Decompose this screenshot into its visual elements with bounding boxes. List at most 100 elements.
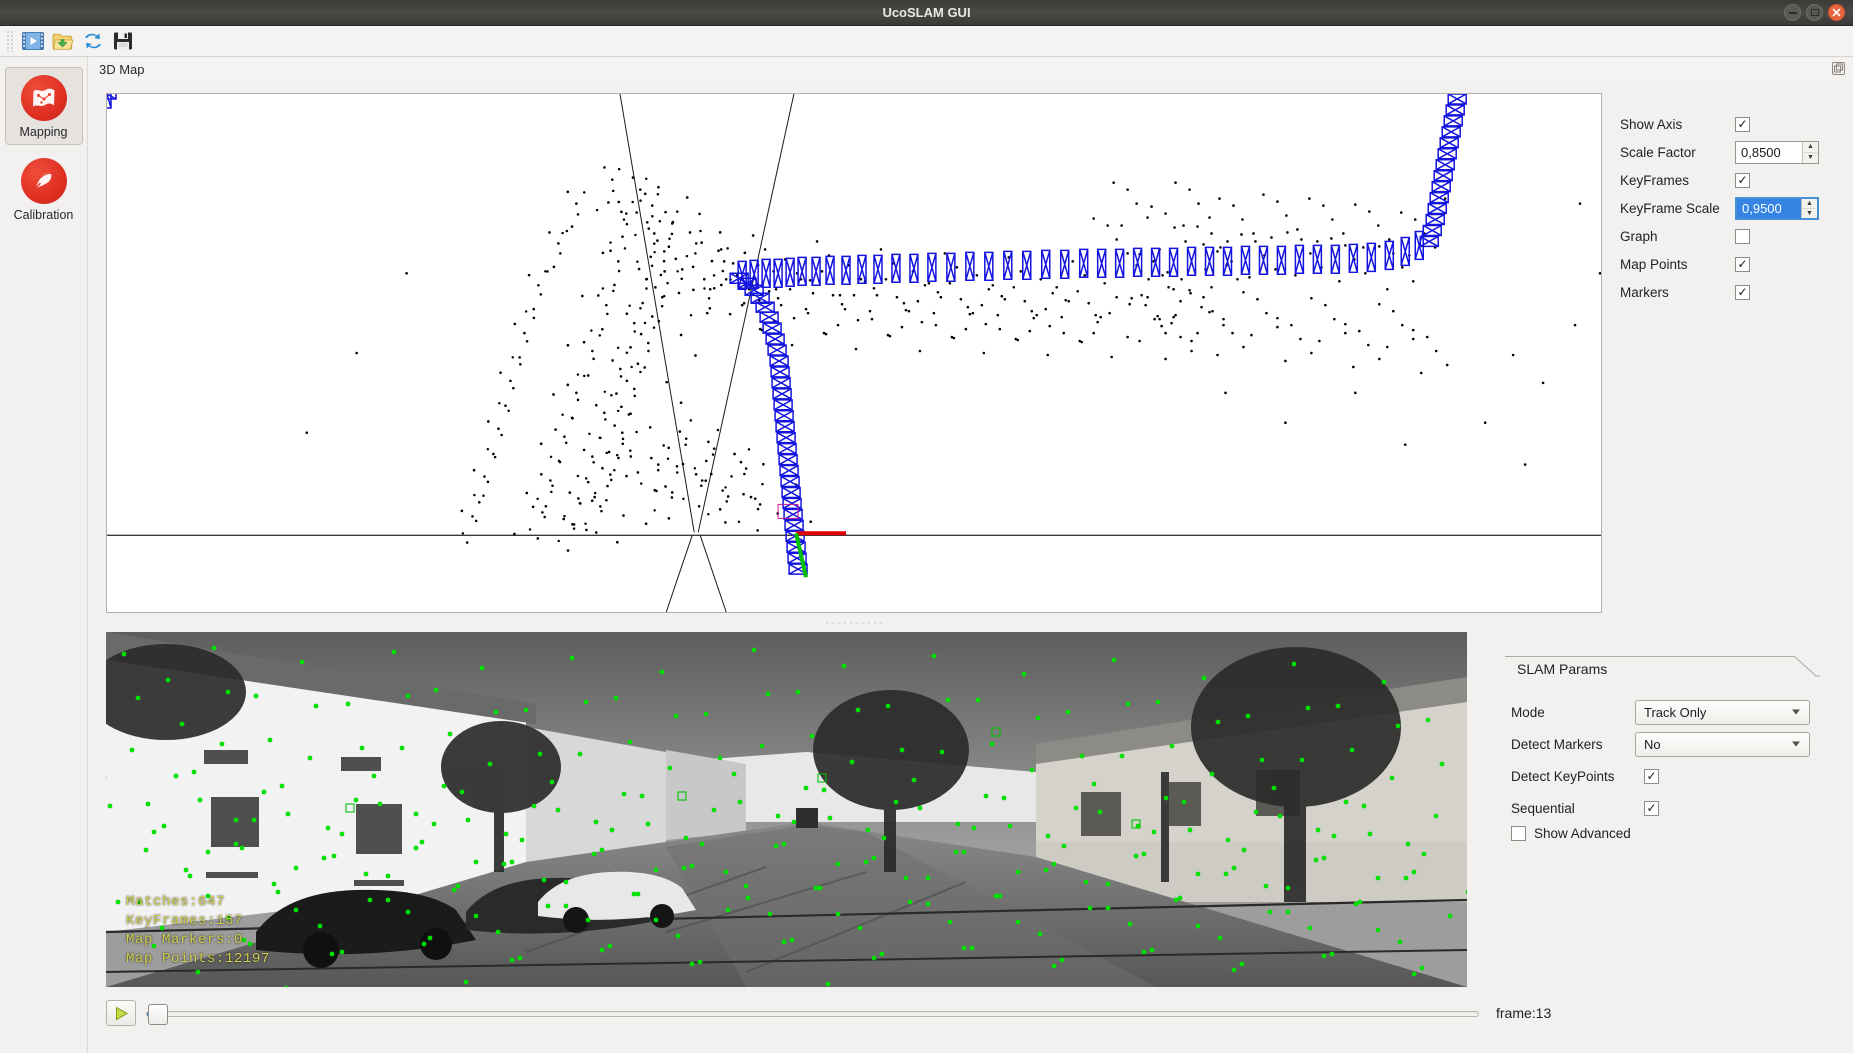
map-icon [20, 75, 67, 121]
camera-view[interactable]: Matches:647 KeyFrames:157 Map Markers:0 … [106, 632, 1467, 987]
sidebar-item-mapping[interactable]: Mapping [4, 67, 83, 145]
dock-header: 3D Map [89, 58, 1853, 80]
view-options-panel: Show Axis ✓ Scale Factor ▲ ▼ KeyFrames ✓… [1620, 110, 1845, 306]
keyframe-scale-spinbox[interactable]: ▲ ▼ [1735, 196, 1819, 220]
detect-keypoints-label: Detect KeyPoints [1511, 768, 1615, 784]
vertical-splitter-handle[interactable] [106, 615, 1602, 631]
frame-counter-label: frame:13 [1496, 1005, 1552, 1021]
keyframe-scale-label: KeyFrame Scale [1620, 200, 1720, 216]
slam-params-rows: Mode Track Only Detect Markers No Detect… [1511, 696, 1851, 824]
splitter-grip-dots [824, 621, 884, 625]
markers-checkbox[interactable]: ✓ [1735, 284, 1750, 300]
detect-keypoints-checkbox[interactable]: ✓ [1644, 768, 1659, 784]
close-icon [1832, 8, 1841, 17]
option-row-keyframes: KeyFrames ✓ [1620, 166, 1845, 194]
mode-value: Track Only [1644, 704, 1707, 720]
slam-panel-corner [1794, 656, 1820, 677]
undock-icon[interactable] [1830, 60, 1847, 77]
show-advanced-row: Show Advanced [1511, 826, 1631, 841]
folder-open-icon [52, 33, 74, 50]
keyframe-scale-input[interactable] [1737, 198, 1801, 218]
scale-factor-increment[interactable]: ▲ [1803, 142, 1818, 153]
scale-factor-decrement[interactable]: ▼ [1803, 153, 1818, 163]
calibration-wand-icon [20, 158, 67, 204]
detect-markers-value: No [1644, 736, 1661, 752]
maximize-icon [1810, 9, 1819, 16]
markers-label: Markers [1620, 284, 1669, 300]
show-axis-checkbox[interactable]: ✓ [1735, 116, 1750, 132]
keyframe-scale-stepper: ▲ ▼ [1801, 198, 1817, 218]
chevron-down-icon [1792, 709, 1800, 715]
open-folder-button[interactable] [50, 28, 76, 54]
camera-frame-image [106, 632, 1467, 987]
option-row-graph: Graph [1620, 222, 1845, 250]
keyframes-label: KeyFrames [1620, 172, 1690, 188]
graph-checkbox[interactable] [1735, 228, 1750, 244]
map-3d-viewport[interactable] [106, 93, 1602, 613]
stat-map-markers: Map Markers:0 [126, 932, 244, 948]
video-stats-overlay: Matches:647 KeyFrames:157 Map Markers:0 … [126, 893, 270, 969]
mode-combobox[interactable]: Track Only [1635, 699, 1810, 725]
scale-factor-spinbox[interactable]: ▲ ▼ [1735, 140, 1819, 164]
save-button[interactable] [110, 28, 136, 54]
sequential-label: Sequential [1511, 800, 1575, 816]
detect-markers-combobox[interactable]: No [1635, 731, 1810, 757]
dock-title: 3D Map [99, 61, 145, 77]
open-video-button[interactable] [20, 28, 46, 54]
application-window: UcoSLAM GUI Mapping Calibration 3D Map S… [0, 0, 1853, 1053]
slam-row-mode: Mode Track Only [1511, 696, 1851, 728]
slam-row-detect-markers: Detect Markers No [1511, 728, 1851, 760]
option-row-show-axis: Show Axis ✓ [1620, 110, 1845, 138]
sequential-checkbox[interactable]: ✓ [1644, 800, 1659, 816]
refresh-icon [85, 33, 101, 49]
option-row-map-points: Map Points ✓ [1620, 250, 1845, 278]
slam-params-panel: SLAM Params Mode Track Only Detect Marke… [1497, 648, 1853, 848]
window-title: UcoSLAM GUI [882, 5, 971, 20]
left-sidebar: Mapping Calibration [0, 57, 88, 1053]
keyframe-scale-increment[interactable]: ▲ [1802, 199, 1817, 209]
keyframes-checkbox[interactable]: ✓ [1735, 172, 1750, 188]
main-toolbar [0, 26, 1853, 57]
playback-bar: frame:13 [106, 1000, 1853, 1034]
close-button[interactable] [1828, 4, 1845, 21]
minimize-button[interactable] [1784, 4, 1801, 21]
show-advanced-label: Show Advanced [1534, 826, 1631, 841]
show-axis-label: Show Axis [1620, 116, 1683, 132]
show-advanced-checkbox[interactable] [1511, 826, 1526, 841]
stat-matches: Matches:647 [126, 894, 226, 910]
slam-row-detect-keypoints: Detect KeyPoints ✓ [1511, 760, 1851, 792]
sidebar-item-calibration[interactable]: Calibration [5, 151, 83, 227]
title-bar: UcoSLAM GUI [0, 0, 1853, 26]
play-button[interactable] [106, 1000, 136, 1026]
video-icon [22, 32, 44, 50]
maximize-button[interactable] [1806, 4, 1823, 21]
chevron-down-icon [1792, 741, 1800, 747]
graph-label: Graph [1620, 228, 1658, 244]
map-points-label: Map Points [1620, 256, 1688, 272]
option-row-scale-factor: Scale Factor ▲ ▼ [1620, 138, 1845, 166]
stat-map-points: Map Points:12197 [126, 951, 271, 967]
frame-slider-track[interactable] [146, 1011, 1479, 1017]
sidebar-item-label: Mapping [19, 125, 68, 139]
stat-keyframes: KeyFrames:157 [126, 913, 244, 929]
reload-button[interactable] [80, 28, 106, 54]
floppy-save-icon [114, 32, 132, 50]
mode-label: Mode [1511, 704, 1545, 720]
slam-panel-rule [1505, 656, 1795, 657]
scale-factor-input[interactable] [1736, 141, 1802, 163]
slam-row-sequential: Sequential ✓ [1511, 792, 1851, 824]
toolbar-drag-handle[interactable] [6, 30, 13, 52]
sidebar-item-label: Calibration [13, 208, 74, 222]
option-row-markers: Markers ✓ [1620, 278, 1845, 306]
scale-factor-stepper: ▲ ▼ [1802, 141, 1818, 163]
detect-markers-label: Detect Markers [1511, 736, 1603, 752]
map-points-checkbox[interactable]: ✓ [1735, 256, 1750, 272]
minimize-icon [1788, 11, 1797, 14]
option-row-keyframe-scale: KeyFrame Scale ▲ ▼ [1620, 194, 1845, 222]
keyframe-scale-decrement[interactable]: ▼ [1802, 209, 1817, 218]
map-3d-canvas [107, 94, 1601, 612]
frame-slider-handle[interactable] [148, 1004, 168, 1025]
window-controls [1784, 4, 1845, 21]
slam-params-title: SLAM Params [1511, 661, 1614, 677]
scale-factor-label: Scale Factor [1620, 144, 1696, 160]
